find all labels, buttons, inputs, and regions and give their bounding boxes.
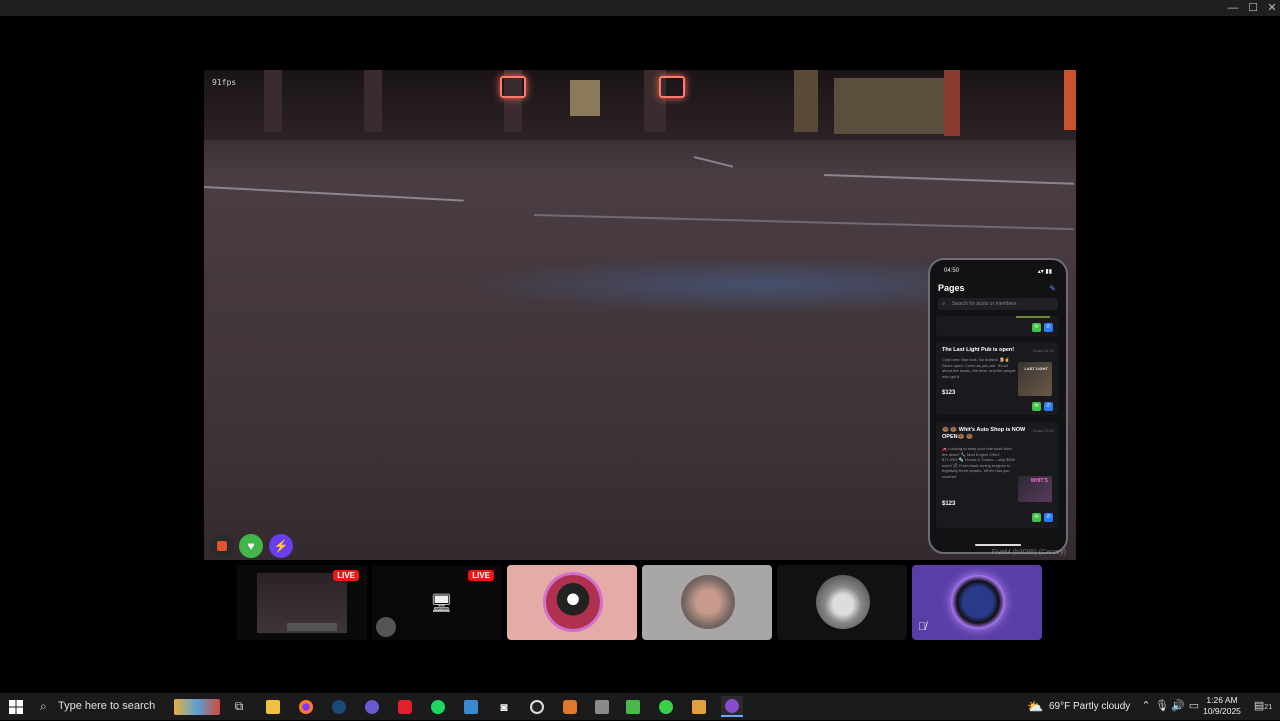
arrow-app-icon[interactable] — [655, 696, 677, 717]
live-badge: LIVE — [333, 570, 359, 581]
post-title: 🍩 🍩 Whit's Auto Shop is NOW OPEN🍩 🍩 — [942, 427, 1026, 440]
lightning-icon: ⚡ — [269, 534, 293, 558]
heart-icon: ♥ — [239, 534, 263, 558]
message-button[interactable]: ✉ — [1032, 323, 1041, 332]
task-view-icon[interactable]: ⧉ — [228, 696, 250, 717]
post-price: $123 — [942, 390, 956, 396]
search-icon: ⌕ — [40, 699, 47, 713]
post-card[interactable]: The Last Light Pub is open! Today 04:45 … — [936, 342, 1058, 415]
game-controller-icon[interactable]: ◙ — [493, 696, 515, 717]
search-highlight-icon[interactable] — [172, 696, 222, 717]
game-stream-view[interactable]: 91fps ♥ ⚡ 04:50 ▴▾ ▮▮ Pages ✎ ⌕ Search f… — [204, 70, 1076, 560]
monitor-icon: 🖥 — [430, 593, 453, 613]
mic-off-icon: 🎙̸ — [918, 621, 927, 633]
avatar — [951, 575, 1005, 629]
system-clock[interactable]: 1:26 AM 10/9/2025 — [1200, 695, 1244, 717]
windows-taskbar: ⌕ Type here to search ⧉ ◙ ⛅ 69°F Partly … — [0, 693, 1280, 720]
fps-counter: 91fps — [212, 78, 237, 87]
call-button[interactable]: ✆ — [1044, 402, 1053, 411]
app-orange-icon[interactable] — [559, 696, 581, 717]
discord-icon[interactable] — [721, 696, 743, 717]
post-date: Today 03:52 — [1032, 428, 1054, 433]
phone-clock: 04:50 — [944, 268, 960, 274]
windows-logo-icon — [9, 699, 23, 714]
participant-tile-screen[interactable]: 🖥 LIVE — [372, 565, 502, 640]
vivaldi-icon[interactable] — [394, 696, 416, 717]
post-image-text: LAST LIGHT — [1024, 366, 1048, 371]
microphone-icon[interactable]: 🎙 — [1155, 693, 1169, 720]
weather-widget[interactable]: ⛅ 69°F Partly cloudy — [1027, 693, 1130, 720]
avatar — [546, 575, 600, 629]
post-body: Cold beer. Bad luck. No bullshit. 🍺✌ Doo… — [942, 357, 1016, 379]
message-button[interactable]: ✉ — [1032, 513, 1041, 522]
minimize-button[interactable]: — — [1222, 0, 1244, 16]
participant-tile[interactable] — [642, 565, 772, 640]
avatar — [816, 575, 870, 629]
post-card[interactable]: 🍩 🍩 Whit's Auto Shop is NOW OPEN🍩 🍩 Toda… — [936, 422, 1058, 528]
package-icon[interactable] — [591, 696, 613, 717]
steam-icon[interactable] — [328, 696, 350, 717]
chevron-up-icon[interactable]: ⌃ — [1139, 693, 1153, 720]
notification-center-button[interactable]: ▤21 — [1250, 693, 1276, 720]
avatar — [681, 575, 735, 629]
in-game-phone[interactable]: 04:50 ▴▾ ▮▮ Pages ✎ ⌕ Search for posts o… — [928, 258, 1068, 554]
post-image-text: WHIT'S — [1030, 478, 1048, 484]
post-title: The Last Light Pub is open! — [942, 347, 1015, 353]
participant-tile-game[interactable]: LIVE — [237, 565, 367, 640]
search-icon: ⌕ — [942, 301, 946, 307]
avatar — [376, 617, 396, 637]
paint-app-icon[interactable] — [688, 696, 710, 717]
remote-desktop-icon[interactable] — [460, 696, 482, 717]
post-date: Today 04:45 — [1032, 348, 1054, 353]
notepad-icon[interactable] — [622, 696, 644, 717]
phone-status-icons: ▴▾ ▮▮ — [1037, 269, 1052, 275]
call-button[interactable]: ✆ — [1044, 513, 1053, 522]
participant-tile[interactable]: 🎙̸ — [912, 565, 1042, 640]
partly-cloudy-icon: ⛅ — [1027, 699, 1044, 714]
file-explorer-icon[interactable] — [262, 696, 284, 717]
call-button[interactable]: ✆ — [1044, 323, 1053, 332]
participant-tile[interactable] — [777, 565, 907, 640]
message-button[interactable]: ✉ — [1032, 402, 1041, 411]
live-badge: LIVE — [468, 570, 494, 581]
close-button[interactable]: ✕ — [1261, 0, 1280, 16]
volume-icon[interactable]: 🔊 — [1171, 693, 1185, 720]
speedometer-icon[interactable] — [526, 696, 548, 717]
phone-page-title: Pages — [938, 283, 965, 293]
window-titlebar: — ☐ ✕ — [0, 0, 1280, 16]
obs-icon[interactable] — [361, 696, 383, 717]
notification-icon: ▤ — [1253, 700, 1265, 712]
storefront-scenery — [204, 70, 1076, 140]
phone-search-input[interactable]: ⌕ Search for posts or members — [938, 298, 1058, 310]
taskbar-search-input[interactable]: ⌕ Type here to search — [32, 693, 167, 720]
post-card[interactable]: ✉ ✆ — [936, 316, 1058, 336]
phone-home-bar[interactable] — [975, 544, 1021, 546]
burger-icon — [210, 534, 234, 558]
fivem-watermark: FiveM (b3095) (Canary) — [991, 549, 1066, 556]
compose-icon[interactable]: ✎ — [1049, 284, 1056, 293]
post-body: 🚗 Looking to keep your ride back from th… — [942, 446, 1016, 479]
spotify-icon[interactable] — [427, 696, 449, 717]
firefox-icon[interactable] — [295, 696, 317, 717]
participant-tile[interactable] — [507, 565, 637, 640]
post-price: $123 — [942, 501, 956, 507]
network-icon[interactable]: ▭ — [1187, 693, 1201, 720]
start-button[interactable] — [0, 693, 32, 720]
